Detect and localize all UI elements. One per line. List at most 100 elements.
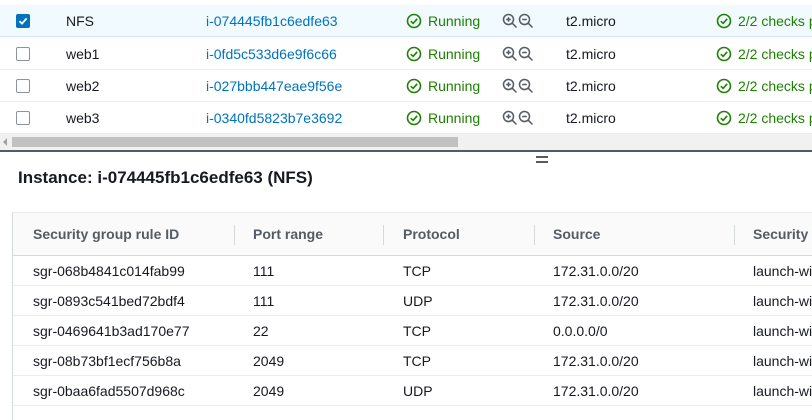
rule-id: sgr-0baa6fad5507d968c (33, 383, 185, 399)
zoom-in-icon[interactable] (502, 78, 518, 94)
protocol: TCP (403, 323, 431, 339)
security-group: launch-wi (753, 293, 812, 309)
status-check-icon (716, 13, 732, 29)
table-row: sgr-068b4841c014fab99 111 TCP 172.31.0.0… (13, 256, 812, 286)
column-divider (534, 225, 535, 245)
security-group: launch-wi (753, 263, 812, 279)
zoom-out-icon[interactable] (518, 110, 534, 126)
instance-row[interactable]: web3 i-0340fd5823b7e3692 Running t2.micr… (0, 102, 812, 134)
port-range: 22 (253, 323, 269, 339)
protocol: TCP (403, 353, 431, 369)
scroll-left-icon[interactable] (3, 138, 7, 146)
instance-id-link[interactable]: i-0fd5c533d6e9f6c66 (206, 38, 337, 70)
instance-state: Running (406, 102, 480, 134)
instance-id-link[interactable]: i-027bbb447eae9f56e (206, 70, 342, 102)
instance-name: NFS (66, 13, 94, 29)
column-header-protocol[interactable]: Protocol (403, 213, 460, 256)
checks-label: 2/2 checks p (738, 110, 812, 126)
instance-row[interactable]: web1 i-0fd5c533d6e9f6c66 Running t2.micr… (0, 38, 812, 70)
zoom-controls (502, 5, 534, 37)
port-range: 2049 (253, 383, 285, 399)
row-checkbox[interactable] (16, 14, 30, 28)
instance-id-link[interactable]: i-074445fb1c6edfe63 (206, 5, 338, 37)
row-checkbox[interactable] (16, 111, 30, 125)
horizontal-scrollbar[interactable] (0, 134, 812, 150)
running-status-icon (406, 78, 422, 94)
status-checks: 2/2 checks p (716, 70, 812, 102)
protocol: TCP (403, 263, 431, 279)
state-label: Running (428, 78, 481, 94)
status-check-icon (716, 110, 732, 126)
rule-id: sgr-08b73bf1ecf756b8a (33, 353, 181, 369)
instance-type: t2.micro (566, 78, 616, 94)
security-group: launch-wi (753, 383, 812, 399)
table-row: sgr-08b73bf1ecf756b8a 2049 TCP 172.31.0.… (13, 346, 812, 376)
table-header: Security group rule ID Port range Protoc… (13, 213, 812, 256)
instance-name: web2 (66, 78, 100, 94)
split-panel-divider[interactable] (0, 150, 812, 152)
port-range: 2049 (253, 353, 285, 369)
check-icon (18, 17, 28, 25)
zoom-in-icon[interactable] (502, 13, 518, 29)
zoom-controls (502, 70, 534, 102)
instance-type: t2.micro (566, 13, 616, 29)
zoom-in-icon[interactable] (502, 110, 518, 126)
state-label: Running (428, 13, 481, 29)
zoom-out-icon[interactable] (518, 46, 534, 62)
instance-state: Running (406, 38, 480, 70)
rule-id: sgr-0469641b3ad170e77 (33, 323, 190, 339)
port-range: 111 (253, 263, 275, 279)
zoom-out-icon[interactable] (518, 13, 534, 29)
column-header-rule-id[interactable]: Security group rule ID (33, 213, 179, 256)
table-row: sgr-0893c541bed72bdf4 111 UDP 172.31.0.0… (13, 286, 812, 316)
checks-label: 2/2 checks p (738, 46, 812, 62)
status-checks: 2/2 checks p (716, 38, 812, 70)
instance-name: web3 (66, 110, 100, 126)
panel-title: Instance: i-074445fb1c6edfe63 (NFS) (18, 168, 313, 187)
column-divider (234, 225, 235, 245)
status-checks: 2/2 checks p (716, 5, 812, 37)
instance-type: t2.micro (566, 46, 616, 62)
status-check-icon (716, 78, 732, 94)
status-check-icon (716, 46, 732, 62)
zoom-controls (502, 38, 534, 70)
instance-state: Running (406, 70, 480, 102)
resize-handle-icon[interactable] (536, 156, 548, 163)
running-status-icon (406, 13, 422, 29)
zoom-in-icon[interactable] (502, 46, 518, 62)
running-status-icon (406, 46, 422, 62)
zoom-out-icon[interactable] (518, 78, 534, 94)
source: 172.31.0.0/20 (553, 383, 639, 399)
security-group: launch-wi (753, 323, 812, 339)
running-status-icon (406, 110, 422, 126)
instance-type: t2.micro (566, 110, 616, 126)
protocol: UDP (403, 293, 433, 309)
status-checks: 2/2 checks p (716, 102, 812, 134)
source: 172.31.0.0/20 (553, 263, 639, 279)
source: 172.31.0.0/20 (553, 353, 639, 369)
instance-name: web1 (66, 46, 100, 62)
column-divider (383, 225, 384, 245)
instance-row[interactable]: NFS i-074445fb1c6edfe63 Running t2.micro… (0, 5, 812, 37)
table-row: sgr-0469641b3ad170e77 22 TCP 0.0.0.0/0 l… (13, 316, 812, 346)
rule-id: sgr-0893c541bed72bdf4 (33, 293, 185, 309)
source: 172.31.0.0/20 (553, 293, 639, 309)
table-row: sgr-0baa6fad5507d968c 2049 UDP 172.31.0.… (13, 376, 812, 406)
state-label: Running (428, 46, 481, 62)
row-checkbox[interactable] (16, 79, 30, 93)
column-header-port-range[interactable]: Port range (253, 213, 323, 256)
security-rules-table: Security group rule ID Port range Protoc… (12, 212, 812, 420)
checks-label: 2/2 checks p (738, 78, 812, 94)
row-checkbox[interactable] (16, 47, 30, 61)
scrollbar-thumb[interactable] (12, 137, 458, 147)
column-header-security-group[interactable]: Security g (753, 213, 812, 256)
instance-id-link[interactable]: i-0340fd5823b7e3692 (206, 102, 342, 134)
instance-row[interactable]: web2 i-027bbb447eae9f56e Running t2.micr… (0, 70, 812, 102)
security-group: launch-wi (753, 353, 812, 369)
column-header-source[interactable]: Source (553, 213, 600, 256)
checks-label: 2/2 checks p (738, 13, 812, 29)
column-divider (734, 225, 735, 245)
protocol: UDP (403, 383, 433, 399)
source: 0.0.0.0/0 (553, 323, 608, 339)
zoom-controls (502, 102, 534, 134)
